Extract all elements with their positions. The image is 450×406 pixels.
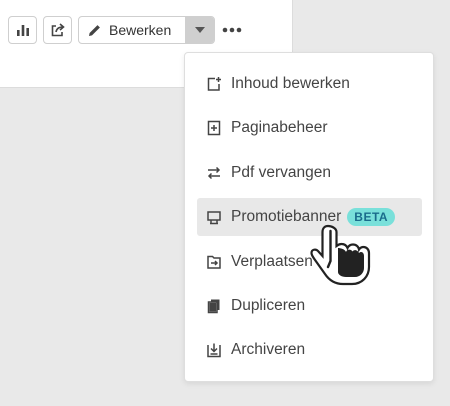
copy-icon (205, 297, 223, 315)
edit-dropdown-toggle[interactable] (185, 17, 214, 43)
banner-icon (205, 208, 223, 226)
menu-item-label: Inhoud bewerken (231, 75, 350, 92)
menu-item-label: Archiveren (231, 341, 306, 358)
actions-dropdown-menu: Inhoud bewerken Paginabeheer Pdf vervang… (184, 52, 434, 382)
pencil-icon (89, 24, 100, 36)
menu-item-edit-content[interactable]: Inhoud bewerken (197, 65, 422, 103)
menu-item-archive[interactable]: Archiveren (197, 331, 422, 369)
menu-item-page-management[interactable]: Paginabeheer (197, 109, 422, 147)
edit-button[interactable]: Bewerken (78, 16, 215, 44)
archive-icon (205, 341, 223, 359)
edit-button-label: Bewerken (109, 22, 172, 38)
caret-down-icon (194, 27, 205, 33)
share-icon (51, 23, 65, 37)
share-button[interactable] (43, 16, 72, 44)
menu-item-label: Pdf vervangen (231, 164, 331, 181)
bar-chart-icon (16, 25, 29, 36)
more-options-button[interactable] (221, 20, 243, 40)
move-icon (205, 253, 223, 271)
page-add-icon (205, 119, 223, 137)
hand-pointer-cursor (310, 224, 371, 286)
menu-item-label: Dupliceren (231, 297, 306, 314)
menu-item-label: Paginabeheer (231, 119, 328, 136)
edit-content-icon (205, 75, 223, 93)
more-dots-icon (222, 27, 242, 33)
swap-arrows-icon (205, 164, 223, 182)
statistics-button[interactable] (8, 16, 37, 44)
menu-item-label: Verplaatsen (231, 253, 313, 270)
menu-item-duplicate[interactable]: Dupliceren (197, 287, 422, 325)
menu-item-replace-pdf[interactable]: Pdf vervangen (197, 154, 422, 192)
